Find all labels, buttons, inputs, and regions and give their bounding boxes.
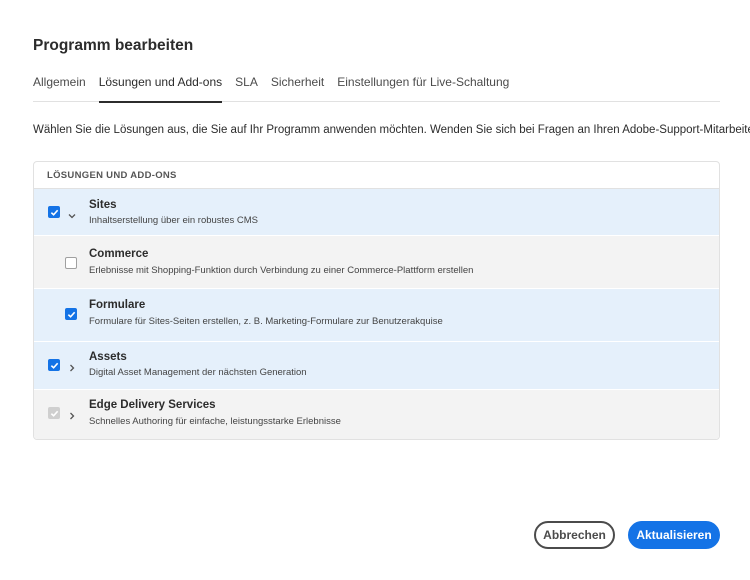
solution-row-edge-delivery-services[interactable]: Edge Delivery Services Schnelles Authori… [34,390,719,439]
tab-security[interactable]: Sicherheit [271,74,324,102]
edge-delivery-checkbox [48,407,60,419]
table-header: LÖSUNGEN UND ADD-ONS [34,162,719,189]
solution-row-commerce[interactable]: Commerce Erlebnisse mit Shopping-Funktio… [34,236,719,289]
update-button[interactable]: Aktualisieren [628,521,720,549]
tab-go-live-settings[interactable]: Einstellungen für Live-Schaltung [337,74,509,102]
dialog-title: Programm bearbeiten [33,37,194,54]
chevron-down-icon[interactable] [67,208,77,219]
solution-row-forms[interactable]: Formulare Formulare für Sites-Seiten ers… [34,289,719,342]
row-subtitle: Digital Asset Management der nächsten Ge… [89,367,307,378]
checkmark-icon [67,311,75,318]
row-subtitle: Erlebnisse mit Shopping-Funktion durch V… [89,265,474,276]
cancel-button[interactable]: Abbrechen [534,521,615,549]
solution-row-assets[interactable]: Assets Digital Asset Management der näch… [34,342,719,390]
commerce-checkbox[interactable] [65,257,77,269]
row-title: Assets [89,351,127,363]
row-subtitle: Inhaltserstellung über ein robustes CMS [89,215,258,226]
dialog-description: Wählen Sie die Lösungen aus, die Sie auf… [33,124,750,136]
row-subtitle: Formulare für Sites-Seiten erstellen, z.… [89,316,443,327]
tab-general[interactable]: Allgemein [33,74,86,102]
row-subtitle: Schnelles Authoring für einfache, leistu… [89,416,341,427]
assets-checkbox[interactable] [48,359,60,371]
tab-sla[interactable]: SLA [235,74,258,102]
tab-bar: Allgemein Lösungen und Add-ons SLA Siche… [33,74,720,103]
edit-program-dialog: Programm bearbeiten Allgemein Lösungen u… [0,0,750,580]
tab-solutions-addons[interactable]: Lösungen und Add-ons [98,74,223,103]
chevron-right-icon[interactable] [67,408,77,420]
row-title: Formulare [89,299,146,311]
solutions-table: LÖSUNGEN UND ADD-ONS Sites Inhaltserstel… [33,161,720,440]
row-title: Commerce [89,248,149,260]
row-title: Sites [89,199,117,211]
chevron-right-icon[interactable] [67,360,77,372]
checkmark-icon [50,209,58,216]
forms-checkbox[interactable] [65,308,77,320]
checkmark-icon [50,362,58,369]
row-title: Edge Delivery Services [89,399,216,411]
solution-row-sites[interactable]: Sites Inhaltserstellung über ein robuste… [34,189,719,236]
checkmark-icon [50,410,58,417]
sites-checkbox[interactable] [48,206,60,218]
